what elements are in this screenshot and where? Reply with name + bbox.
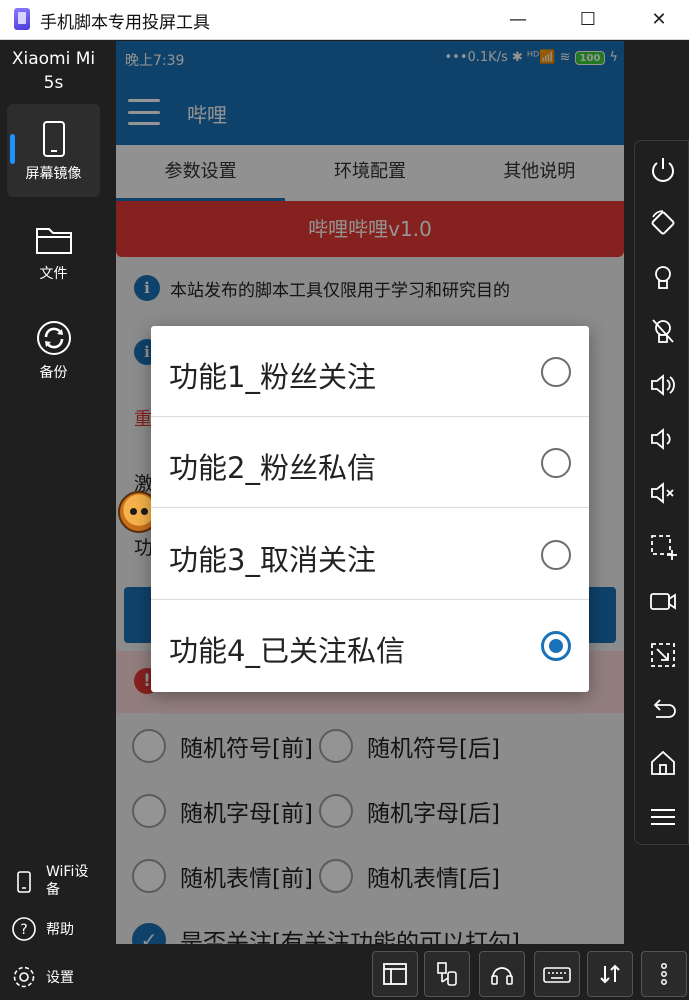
option-label: 功能4_已关注私信 <box>169 634 405 668</box>
help-label: 帮助 <box>46 922 74 938</box>
record-icon[interactable] <box>644 582 682 620</box>
power-icon[interactable] <box>644 151 682 189</box>
minimize-button[interactable]: — <box>495 0 541 38</box>
sidebar-item-screen-mirror[interactable]: 屏幕镜像 <box>7 104 100 197</box>
maximize-button[interactable]: ☐ <box>565 0 611 38</box>
settings-button[interactable]: 设置 <box>10 963 74 991</box>
keyboard-icon[interactable] <box>534 951 580 997</box>
radio-button-selected[interactable] <box>541 631 571 661</box>
window-titlebar: 手机脚本专用投屏工具 — ☐ ✕ <box>0 0 689 40</box>
menu-icon[interactable] <box>644 798 682 836</box>
wifi-device-label: WiFi设备 <box>46 864 89 898</box>
window-icon[interactable] <box>372 951 418 997</box>
phone-icon <box>34 119 74 159</box>
settings-label: 设置 <box>46 970 74 986</box>
mute-icon[interactable] <box>644 474 682 512</box>
more-icon[interactable] <box>641 951 687 997</box>
close-button[interactable]: ✕ <box>636 0 682 38</box>
svg-text:?: ? <box>20 922 27 938</box>
app-logo-icon <box>14 8 30 30</box>
bottom-toolbar <box>116 944 689 1000</box>
bulb-icon[interactable] <box>644 258 682 296</box>
window-title: 手机脚本专用投屏工具 <box>40 13 210 33</box>
volume-down-icon[interactable] <box>644 420 682 458</box>
transfer-icon[interactable] <box>587 951 633 997</box>
option-unfollow[interactable]: 功能3_取消关注 <box>151 509 589 600</box>
option-label: 功能3_取消关注 <box>169 543 376 577</box>
option-follow-fans[interactable]: 功能1_粉丝关注 <box>151 326 589 417</box>
option-label: 功能2_粉丝私信 <box>169 451 376 485</box>
home-icon[interactable] <box>644 744 682 782</box>
radio-button[interactable] <box>541 540 571 570</box>
wifi-device-icon <box>10 867 38 895</box>
sync-icon <box>34 318 74 358</box>
rotate-icon[interactable] <box>644 204 682 242</box>
device-name: Xiaomi Mi 5s <box>11 49 96 93</box>
function-select-dialog: 功能1_粉丝关注 功能2_粉丝私信 功能3_取消关注 功能4_已关注私信 <box>151 326 589 692</box>
gear-icon <box>10 963 38 991</box>
crop-icon[interactable] <box>644 636 682 674</box>
bulb-off-icon[interactable] <box>644 312 682 350</box>
headset-icon[interactable] <box>479 951 525 997</box>
sidebar: Xiaomi Mi 5s 屏幕镜像 文件 备份 WiFi设备 ? 帮助 设置 <box>0 41 107 1000</box>
sidebar-item-label: 备份 <box>39 364 68 381</box>
sidebar-item-label: 文件 <box>39 265 68 282</box>
radio-button[interactable] <box>541 357 571 387</box>
help-icon: ? <box>10 915 38 943</box>
right-toolbar <box>634 140 689 845</box>
option-message-fans[interactable]: 功能2_粉丝私信 <box>151 417 589 508</box>
sidebar-item-backup[interactable]: 备份 <box>7 303 100 396</box>
sidebar-item-label: 屏幕镜像 <box>25 165 82 182</box>
help-button[interactable]: ? 帮助 <box>10 915 74 943</box>
radio-button[interactable] <box>541 448 571 478</box>
sidebar-item-files[interactable]: 文件 <box>7 204 100 297</box>
option-message-followed[interactable]: 功能4_已关注私信 <box>151 600 589 691</box>
option-label: 功能1_粉丝关注 <box>169 360 376 394</box>
volume-up-icon[interactable] <box>644 366 682 404</box>
usb-icon[interactable] <box>424 951 470 997</box>
wifi-device-button[interactable]: WiFi设备 <box>10 863 102 899</box>
folder-icon <box>34 219 74 259</box>
screenshot-icon[interactable] <box>644 528 682 566</box>
back-icon[interactable] <box>644 690 682 728</box>
